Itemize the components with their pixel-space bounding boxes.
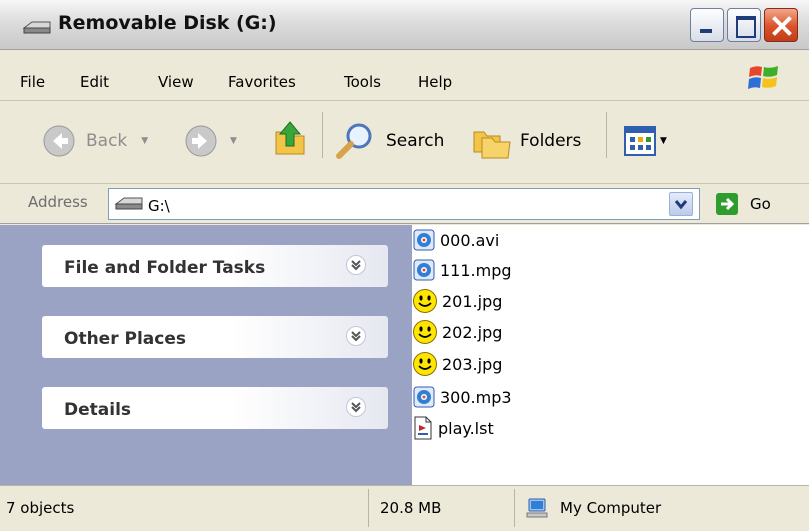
views-dropdown-icon[interactable]: ▼ — [660, 136, 667, 146]
close-button[interactable] — [764, 8, 798, 42]
go-arrow-icon[interactable] — [716, 193, 738, 215]
expand-chevron-icon[interactable] — [346, 397, 366, 417]
file-name: 300.mp3 — [440, 387, 512, 407]
back-arrow-icon — [43, 125, 75, 157]
address-label: Address — [28, 193, 88, 211]
drive-icon — [114, 197, 143, 210]
smiley-image-icon — [413, 320, 437, 344]
views-button[interactable]: ▼ — [624, 126, 667, 156]
playlist-file-icon — [414, 416, 432, 440]
media-player-icon — [413, 229, 435, 251]
expand-chevron-icon[interactable] — [346, 326, 366, 346]
status-separator — [368, 489, 369, 527]
maximize-button[interactable] — [727, 8, 761, 42]
window-title: Removable Disk (G:) — [58, 12, 277, 34]
search-icon — [336, 123, 372, 159]
title-bar[interactable]: Removable Disk (G:) — [0, 0, 809, 50]
windows-logo-icon — [748, 66, 778, 89]
search-label: Search — [386, 131, 445, 151]
file-item[interactable]: 201.jpg — [412, 287, 502, 315]
forward-arrow-icon — [185, 125, 217, 157]
file-name: 201.jpg — [442, 291, 503, 311]
forward-dropdown-icon[interactable]: ▼ — [230, 136, 237, 146]
task-section-details[interactable]: Details — [42, 387, 388, 429]
forward-button[interactable]: ▼ — [184, 124, 237, 158]
address-value[interactable]: G:\ — [148, 197, 170, 215]
toolbar-separator — [606, 112, 607, 158]
expand-chevron-icon[interactable] — [346, 255, 366, 275]
file-item[interactable]: 300.mp3 — [412, 383, 512, 411]
file-name: play.lst — [438, 418, 494, 438]
menu-help[interactable]: Help — [418, 73, 452, 91]
file-name: 202.jpg — [442, 322, 503, 342]
task-section-other-places[interactable]: Other Places — [42, 316, 388, 358]
file-name: 111.mpg — [440, 260, 512, 280]
menu-bar: File Edit View Favorites Tools Help — [0, 51, 809, 101]
menu-file[interactable]: File — [20, 73, 45, 91]
search-button[interactable]: Search — [334, 120, 444, 162]
back-dropdown-icon[interactable]: ▼ — [141, 136, 148, 146]
task-section-title: Other Places — [64, 329, 186, 349]
address-dropdown-button[interactable] — [669, 192, 693, 216]
views-icon — [624, 126, 656, 156]
file-item[interactable]: play.lst — [412, 414, 494, 442]
task-section-title: Details — [64, 400, 132, 420]
menu-edit[interactable]: Edit — [80, 73, 109, 91]
file-item[interactable]: 202.jpg — [412, 318, 502, 346]
smiley-image-icon — [413, 289, 437, 313]
status-size: 20.8 MB — [380, 499, 442, 517]
status-object-count: 7 objects — [6, 499, 75, 517]
file-item[interactable]: 203.jpg — [412, 350, 502, 378]
task-pane: File and Folder Tasks Other Places Detai… — [0, 225, 412, 485]
menu-favorites[interactable]: Favorites — [228, 73, 296, 91]
status-separator — [514, 489, 515, 527]
task-section-title: File and Folder Tasks — [64, 258, 266, 278]
file-item[interactable]: 000.avi — [412, 226, 499, 254]
media-player-icon — [413, 386, 435, 408]
task-section-file-folder-tasks[interactable]: File and Folder Tasks — [42, 245, 388, 287]
chevron-down-icon — [674, 200, 688, 210]
smiley-image-icon — [413, 352, 437, 376]
menu-tools[interactable]: Tools — [344, 73, 381, 91]
up-folder-icon[interactable] — [272, 118, 310, 158]
my-computer-icon — [526, 498, 548, 518]
status-zone: My Computer — [560, 499, 662, 517]
drive-icon — [22, 21, 51, 34]
media-player-icon — [413, 259, 435, 281]
file-item[interactable]: 111.mpg — [412, 256, 512, 284]
menu-view[interactable]: View — [158, 73, 194, 91]
folders-icon — [473, 131, 511, 159]
back-label: Back — [86, 131, 128, 151]
folders-button[interactable]: Folders — [470, 120, 581, 162]
file-name: 203.jpg — [442, 354, 503, 374]
explorer-window: Removable Disk (G:) File Edit View Favor… — [0, 0, 809, 531]
back-button[interactable]: Back ▼ — [42, 124, 148, 158]
toolbar-separator — [322, 112, 323, 158]
go-button[interactable]: Go — [750, 195, 771, 213]
minimize-button[interactable] — [690, 8, 724, 42]
file-name: 000.avi — [440, 230, 500, 250]
address-field[interactable] — [108, 188, 700, 220]
folders-label: Folders — [520, 131, 582, 151]
